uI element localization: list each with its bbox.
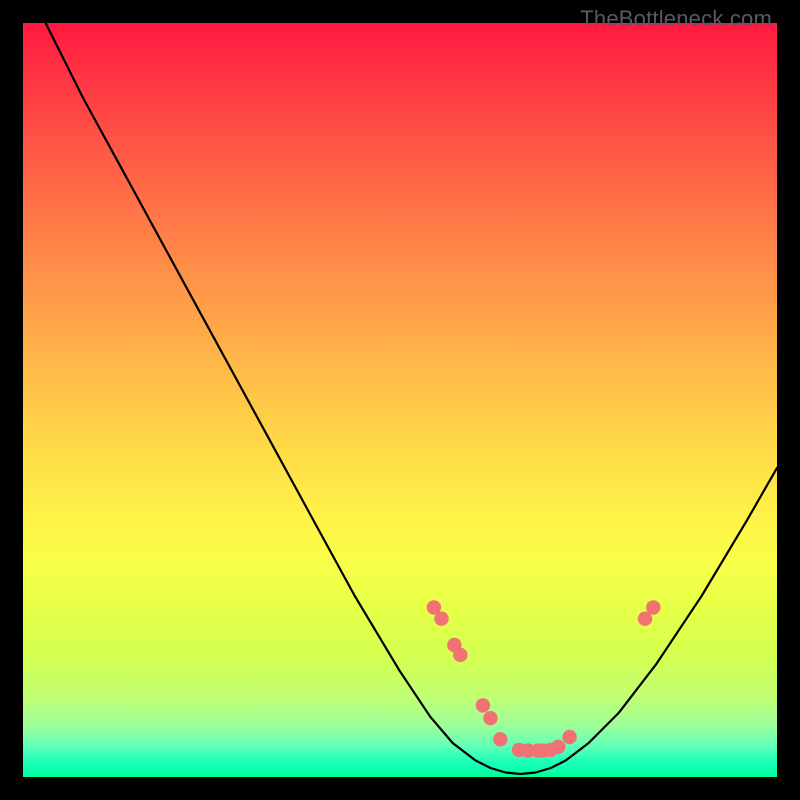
highlight-dot	[434, 612, 448, 626]
highlight-dot	[453, 648, 467, 662]
highlight-dots	[427, 600, 661, 758]
highlight-dot	[483, 711, 497, 725]
watermark: TheBottleneck.com	[580, 6, 772, 32]
highlight-dot	[493, 732, 507, 746]
chart-svg	[23, 23, 777, 777]
highlight-dot	[562, 730, 576, 744]
highlight-dot	[551, 740, 565, 754]
bottleneck-curve	[46, 23, 777, 774]
highlight-dot	[476, 698, 490, 712]
highlight-dot	[646, 600, 660, 614]
